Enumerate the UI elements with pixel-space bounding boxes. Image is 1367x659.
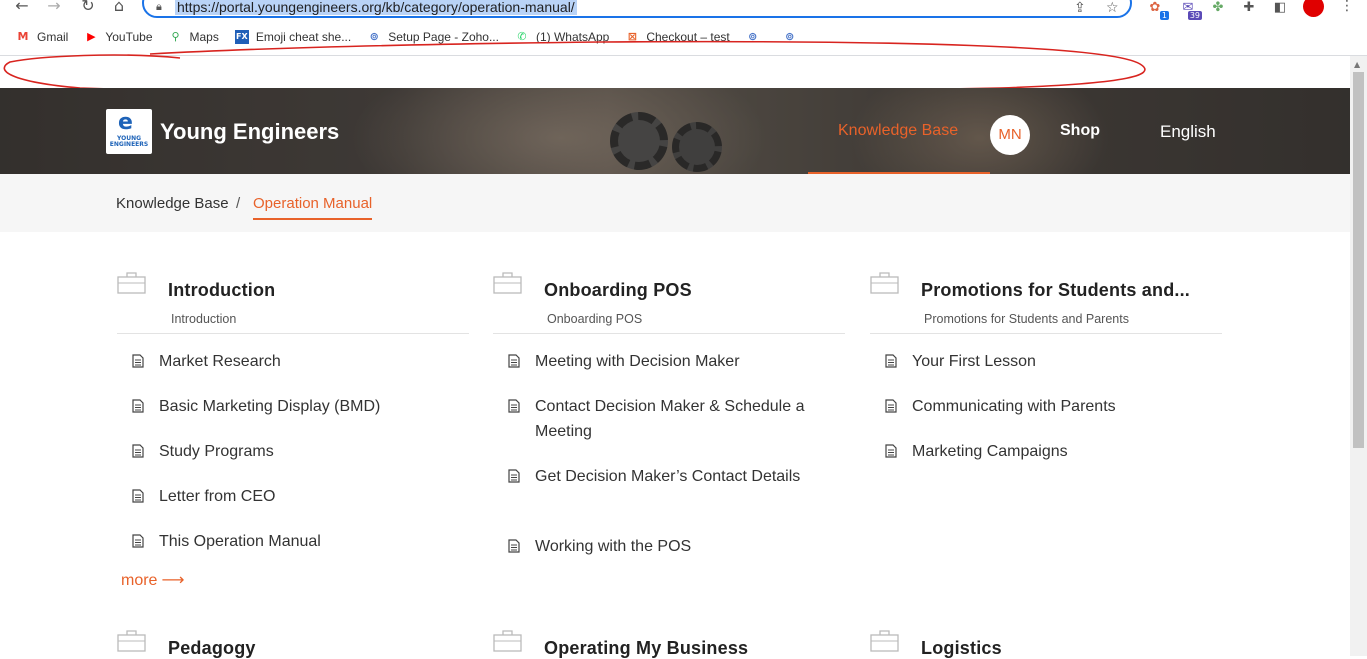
document-icon <box>132 489 144 503</box>
more-link[interactable]: more ⟶ <box>121 570 184 590</box>
document-icon <box>508 469 520 483</box>
scroll-up-arrow-icon[interactable]: ▲ <box>1354 60 1360 69</box>
page-scrollbar[interactable]: ▲ <box>1350 56 1367 656</box>
bookmark-star-icon[interactable]: ☆ <box>1106 0 1119 16</box>
article-link[interactable]: This Operation Manual <box>132 531 452 554</box>
category-title[interactable]: Onboarding POS <box>544 280 692 301</box>
nav-shop[interactable]: Shop <box>1060 122 1100 140</box>
category-divider <box>870 333 1222 334</box>
document-icon <box>508 539 520 553</box>
article-title[interactable]: Communicating with Parents <box>912 394 1116 419</box>
briefcase-icon <box>117 630 146 652</box>
kebab-menu-icon[interactable]: ⋮ <box>1340 0 1354 14</box>
breadcrumb-separator: / <box>236 195 241 212</box>
nav-knowledge-base[interactable]: Knowledge Base <box>838 122 958 140</box>
article-link[interactable]: Letter from CEO <box>132 486 452 509</box>
back-arrow-icon[interactable]: ← <box>12 0 32 16</box>
breadcrumb-current: Operation Manual <box>253 195 373 220</box>
article-title[interactable]: Your First Lesson <box>912 349 1036 374</box>
article-link[interactable]: Meeting with Decision Maker <box>508 351 828 374</box>
article-title[interactable]: Study Programs <box>159 439 274 464</box>
profile-avatar[interactable] <box>1303 0 1324 17</box>
article-link[interactable]: Marketing Campaigns <box>885 441 1205 464</box>
document-icon <box>508 354 520 368</box>
document-icon <box>132 354 144 368</box>
category-divider <box>493 333 845 334</box>
scroll-thumb[interactable] <box>1353 72 1364 448</box>
category-title[interactable]: Promotions for Students and... <box>921 280 1190 301</box>
category-title[interactable]: Introduction <box>168 280 275 301</box>
article-title[interactable]: Market Research <box>159 349 281 374</box>
article-title[interactable]: Working with the POS <box>535 534 691 559</box>
article-link[interactable]: Basic Marketing Display (BMD) <box>132 396 452 419</box>
article-title[interactable]: Basic Marketing Display (BMD) <box>159 394 380 419</box>
document-icon <box>885 399 897 413</box>
extension-icon-3[interactable]: ✤ <box>1208 0 1228 18</box>
article-link[interactable]: Your First Lesson <box>885 351 1205 374</box>
briefcase-icon <box>117 272 146 294</box>
briefcase-icon <box>870 272 899 294</box>
document-icon <box>132 399 144 413</box>
url-text[interactable]: https://portal.youngengineers.org/kb/cat… <box>175 0 577 15</box>
document-icon <box>132 444 144 458</box>
logo-text: YOUNG ENGINEERS <box>109 135 149 148</box>
article-link[interactable]: Market Research <box>132 351 452 374</box>
briefcase-icon <box>493 272 522 294</box>
article-title[interactable]: Get Decision Maker’s Contact Details <box>535 464 800 489</box>
more-label: more <box>121 572 158 589</box>
article-link[interactable]: Communicating with Parents <box>885 396 1205 419</box>
side-panel-icon[interactable]: ◧ <box>1270 0 1290 18</box>
extension-icon-2[interactable]: ✉ 39 <box>1178 0 1202 20</box>
article-link[interactable]: Contact Decision Maker & Schedule a Meet… <box>508 396 828 444</box>
breadcrumb-home[interactable]: Knowledge Base <box>116 195 229 212</box>
lock-icon: 🔒︎ <box>156 0 162 13</box>
extension-badge: 1 <box>1159 11 1169 20</box>
category-divider <box>117 333 469 334</box>
article-title[interactable]: Contact Decision Maker & Schedule a Meet… <box>535 394 828 444</box>
article-link[interactable]: Study Programs <box>132 441 452 464</box>
arrow-right-icon: ⟶ <box>161 570 185 589</box>
address-bar[interactable]: 🔒︎ https://portal.youngengineers.org/kb/… <box>142 0 1132 18</box>
category-subtitle: Onboarding POS <box>547 312 643 326</box>
document-icon <box>132 534 144 548</box>
reload-icon[interactable]: ↻ <box>78 0 98 16</box>
document-icon <box>508 399 520 413</box>
article-link[interactable]: Get Decision Maker’s Contact Details <box>508 466 828 489</box>
forward-arrow-icon[interactable]: → <box>44 0 64 16</box>
home-icon[interactable]: ⌂ <box>109 0 129 16</box>
document-icon <box>885 444 897 458</box>
site-logo[interactable]: e YOUNG ENGINEERS <box>106 109 152 154</box>
language-selector[interactable]: English <box>1160 122 1216 142</box>
logo-mark-icon: e <box>118 110 133 135</box>
article-title[interactable]: Meeting with Decision Maker <box>535 349 740 374</box>
article-title[interactable]: Letter from CEO <box>159 484 275 509</box>
article-title[interactable]: This Operation Manual <box>159 529 321 554</box>
extension-icon-1[interactable]: ✿ 1 <box>1145 0 1169 20</box>
user-avatar[interactable]: MN <box>990 115 1030 155</box>
category-subtitle: Promotions for Students and Parents <box>924 312 1129 326</box>
share-icon[interactable]: ⇪ <box>1074 0 1086 16</box>
brand-name[interactable]: Young Engineers <box>160 119 339 145</box>
briefcase-icon <box>493 630 522 652</box>
extension-badge: 39 <box>1187 11 1202 20</box>
briefcase-icon <box>870 630 899 652</box>
article-link[interactable]: Working with the POS <box>508 536 828 559</box>
document-icon <box>885 354 897 368</box>
browser-toolbar: ← → ↻ ⌂ 🔒︎ https://portal.youngengineers… <box>0 0 1367 22</box>
extensions-puzzle-icon[interactable]: ✚ <box>1239 0 1259 18</box>
article-title[interactable]: Marketing Campaigns <box>912 439 1068 464</box>
category-subtitle: Introduction <box>171 312 237 326</box>
